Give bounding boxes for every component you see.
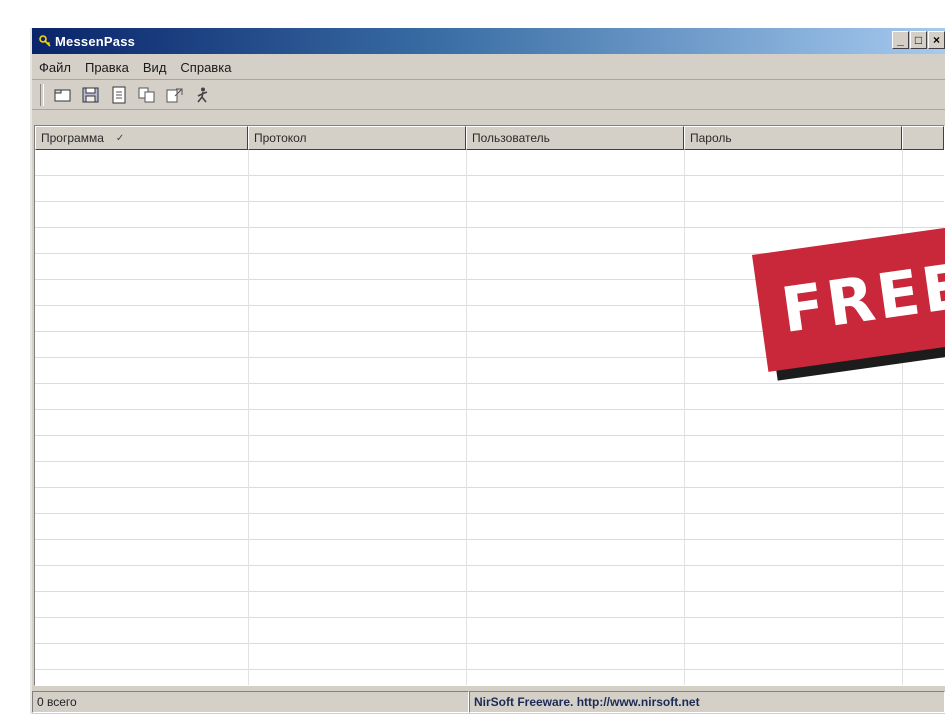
copy-icon[interactable] <box>136 84 158 106</box>
column-header-protocol[interactable]: Протокол <box>248 126 466 150</box>
column-header-user[interactable]: Пользователь <box>466 126 684 150</box>
properties-icon[interactable] <box>108 84 130 106</box>
column-header-label: Программа <box>41 131 104 145</box>
menu-bar: Файл Правка Вид Справка <box>32 55 945 80</box>
key-icon <box>38 34 52 48</box>
html-report-icon[interactable] <box>164 84 186 106</box>
toolbar-grip <box>40 83 44 106</box>
banner-text: FREE <box>776 248 945 347</box>
menu-edit[interactable]: Правка <box>78 60 136 75</box>
window-title: MessenPass <box>55 33 136 49</box>
password-list[interactable]: Программа ✓ Протокол Пользователь Пароль <box>34 125 945 686</box>
column-header-label: Пользователь <box>472 131 550 145</box>
column-header-label: Протокол <box>254 131 307 145</box>
column-header-password[interactable]: Пароль <box>684 126 902 150</box>
title-bar[interactable]: MessenPass _ □ × <box>32 28 945 54</box>
new-icon[interactable] <box>52 84 74 106</box>
column-header-program[interactable]: Программа ✓ <box>35 126 248 150</box>
status-bar: 0 всего NirSoft Freeware. http://www.nir… <box>32 688 945 714</box>
close-button[interactable]: × <box>928 31 945 49</box>
menu-view[interactable]: Вид <box>136 60 174 75</box>
column-divider <box>684 150 685 685</box>
column-divider <box>902 150 903 685</box>
column-header-label: Пароль <box>690 131 732 145</box>
minimize-button[interactable]: _ <box>892 31 909 49</box>
column-divider <box>248 150 249 685</box>
column-header-filler <box>902 126 944 150</box>
status-count: 0 всего <box>32 691 469 713</box>
menu-help[interactable]: Справка <box>173 60 238 75</box>
list-header: Программа ✓ Протокол Пользователь Пароль <box>35 126 944 150</box>
column-divider <box>466 150 467 685</box>
menu-file[interactable]: Файл <box>32 60 78 75</box>
sort-indicator-icon: ✓ <box>115 132 125 144</box>
toolbar <box>32 80 945 110</box>
maximize-button[interactable]: □ <box>910 31 927 49</box>
app-window: MessenPass _ □ × Файл Правка Вид Справка <box>30 28 945 714</box>
list-rows[interactable] <box>35 150 944 685</box>
window-controls: _ □ × <box>892 31 945 49</box>
exit-icon[interactable] <box>192 84 214 106</box>
status-credit-link[interactable]: NirSoft Freeware. http://www.nirsoft.net <box>469 691 945 713</box>
save-icon[interactable] <box>80 84 102 106</box>
